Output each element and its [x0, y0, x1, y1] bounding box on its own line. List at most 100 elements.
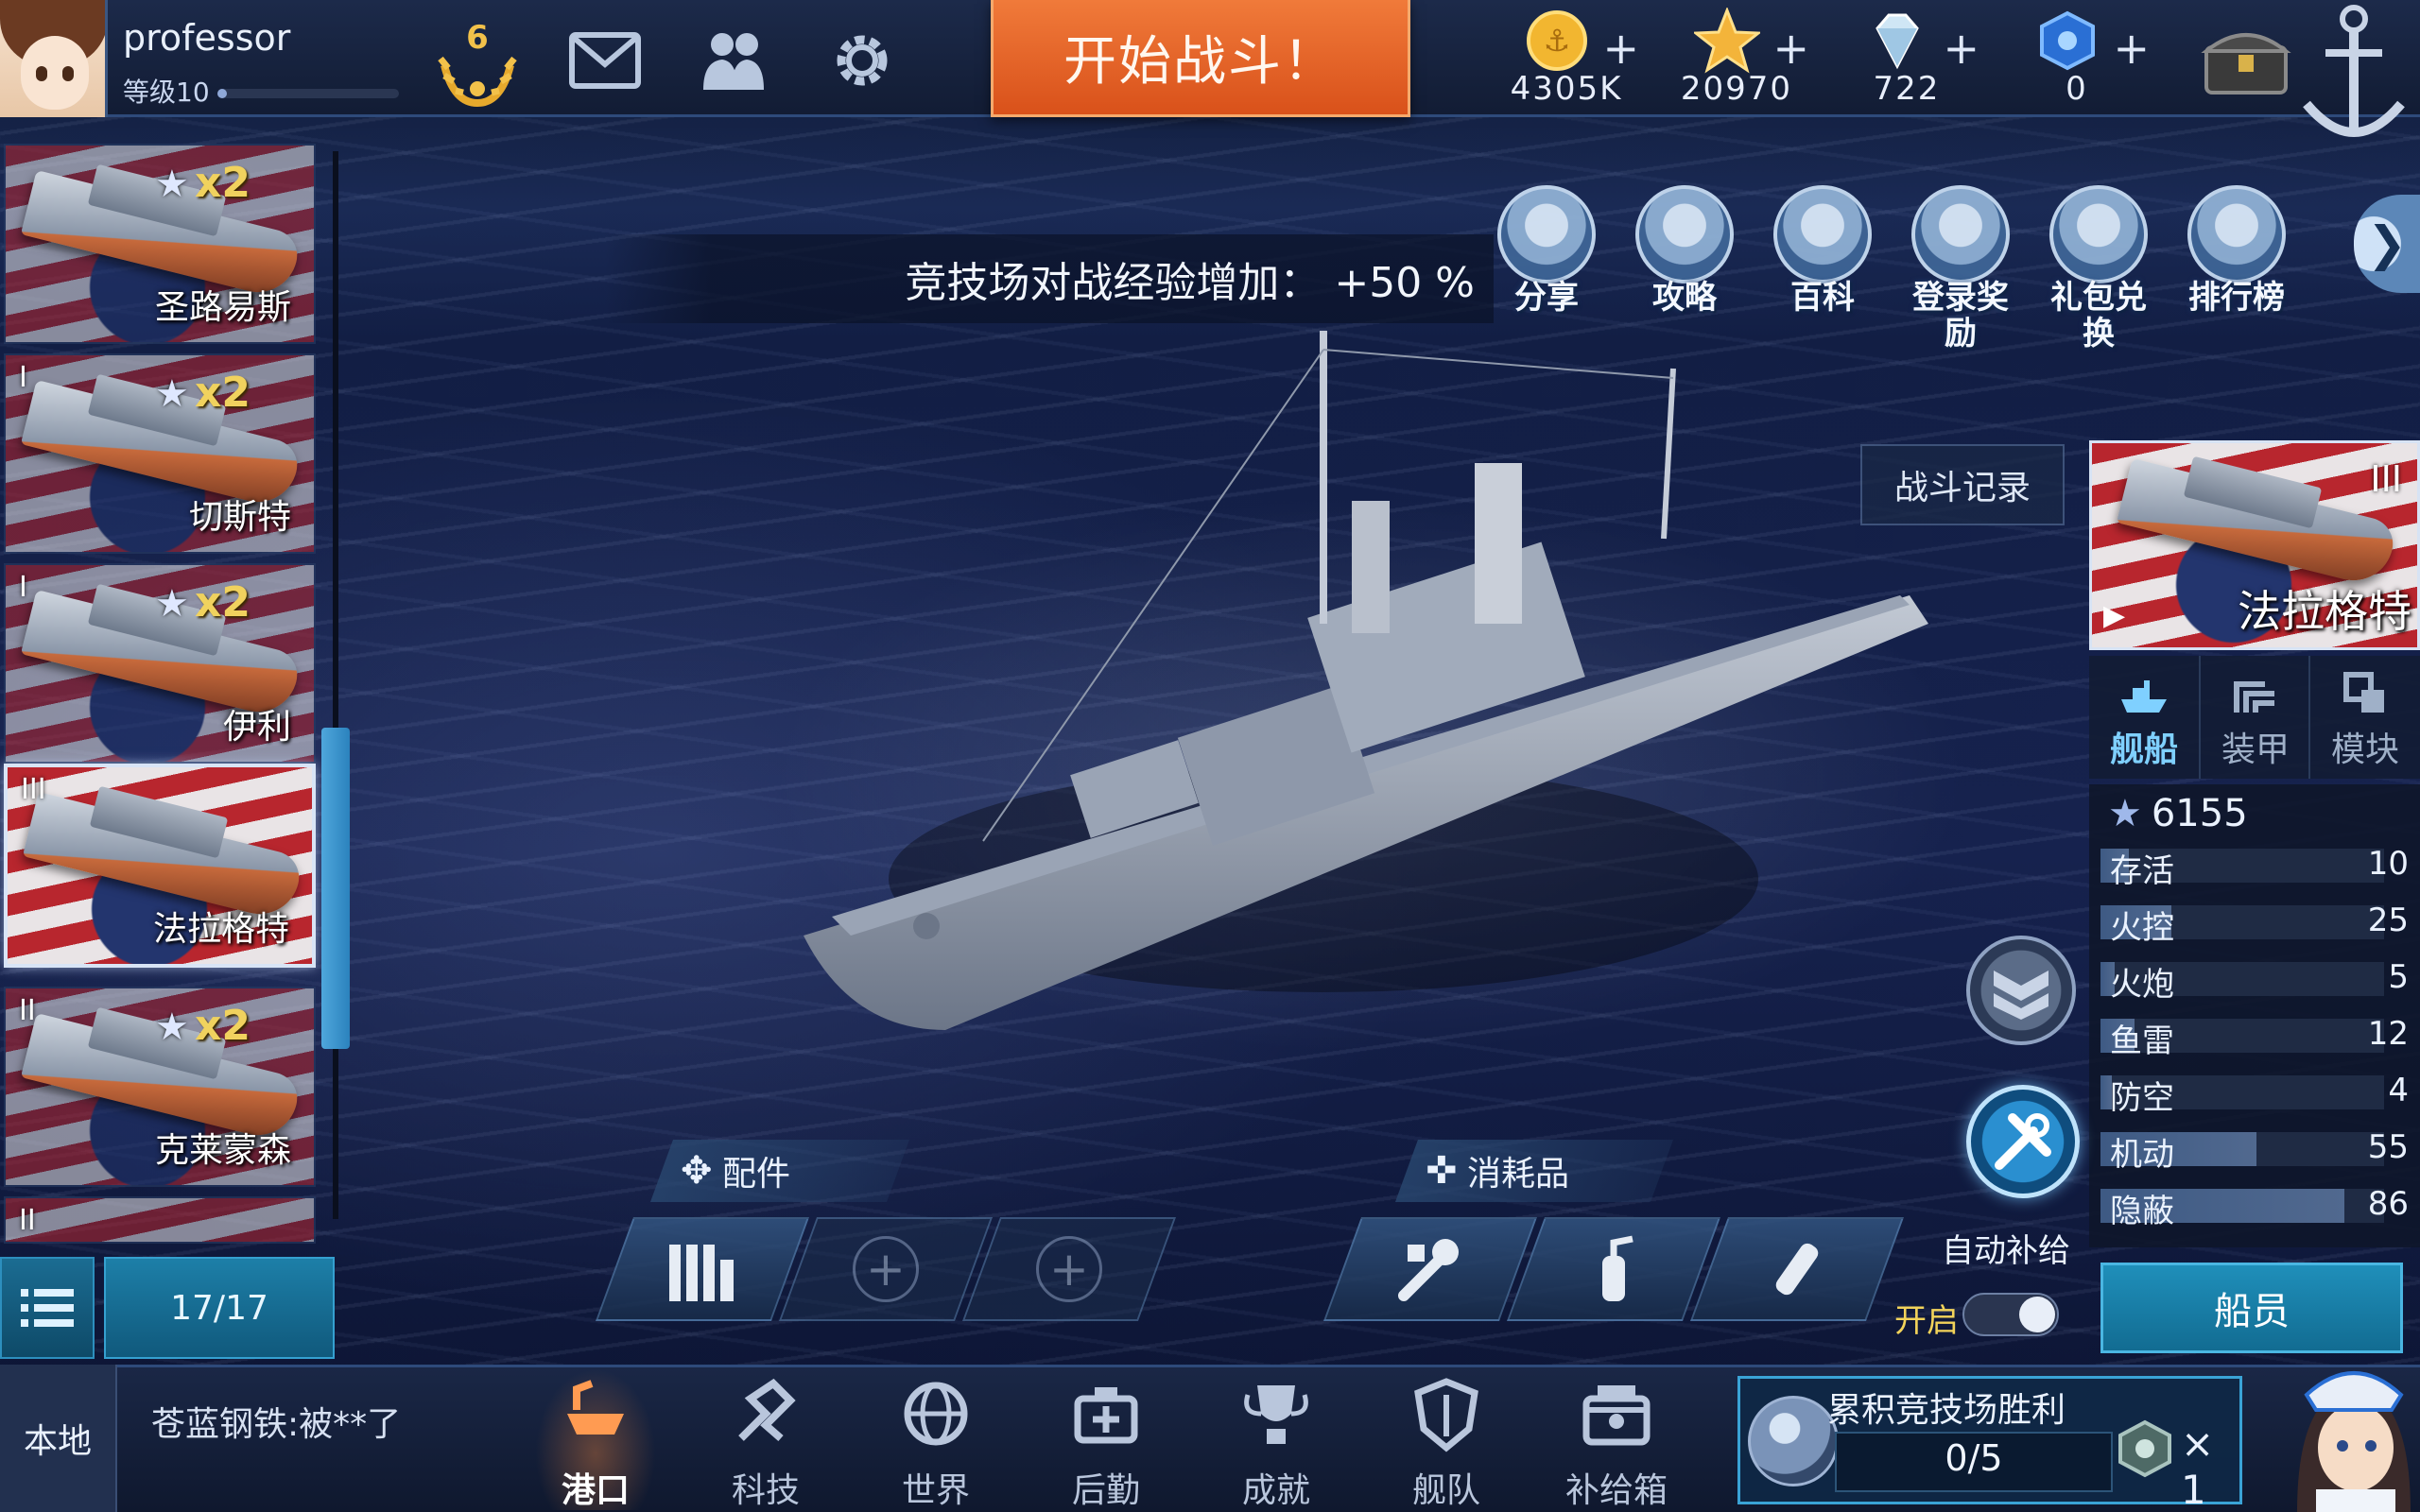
add-icon: +	[1036, 1236, 1102, 1302]
feature-label: 百科	[1790, 279, 1855, 317]
player-avatar[interactable]	[0, 0, 108, 117]
ship-card[interactable]: ★ x2 圣路易斯	[4, 144, 316, 344]
start-battle-button[interactable]: 开始战斗！	[991, 0, 1410, 117]
consumable-slot-1[interactable]	[1322, 1217, 1538, 1321]
gift-exchange-icon	[2049, 185, 2148, 284]
list-view-button[interactable]	[0, 1257, 95, 1359]
settings-button[interactable]	[824, 23, 900, 98]
nav-port[interactable]: 港口	[529, 1368, 662, 1512]
port-icon	[567, 1380, 624, 1435]
ship-card[interactable]: II ★ x2 克莱蒙森	[4, 987, 316, 1187]
auto-supply-toggle[interactable]	[1962, 1293, 2059, 1336]
nav-label: 港口	[561, 1471, 630, 1510]
crew-button[interactable]: 船员	[2100, 1263, 2403, 1353]
ship-tab-icon	[2121, 680, 2167, 713]
tab-label: 装甲	[2221, 730, 2290, 769]
nav-supply-box[interactable]: 补给箱	[1550, 1376, 1683, 1512]
ship-list-scroll-thumb[interactable]	[321, 728, 350, 1049]
add-gold-button[interactable]: +	[1602, 26, 1639, 70]
currency-diamond[interactable]: + 722	[1826, 6, 1987, 115]
consumable-slot-3[interactable]	[1689, 1217, 1905, 1321]
ship-tier: I	[19, 571, 27, 604]
tab-module[interactable]: 模块	[2308, 656, 2418, 779]
consumables-section-header: ✜ 消耗品	[1394, 1140, 1674, 1202]
gift-exchange-button[interactable]: 礼包兑换	[2042, 185, 2155, 352]
equipment-slot-3[interactable]: +	[961, 1217, 1177, 1321]
anchor-icon	[2303, 5, 2405, 137]
feature-label: 礼包兑换	[2050, 279, 2147, 352]
add-diamond-button[interactable]: +	[1943, 26, 1979, 70]
encyclopedia-icon	[1773, 185, 1872, 284]
stat-name: 机动	[2110, 1136, 2174, 1174]
star-icon: ★	[155, 372, 189, 416]
star-icon: ★	[155, 1005, 189, 1049]
consumable-slot-2[interactable]	[1506, 1217, 1721, 1321]
stat-name: 隐蔽	[2110, 1193, 2174, 1230]
currency-star[interactable]: + 20970	[1656, 6, 1817, 115]
rank-upgrade-button[interactable]	[1966, 936, 2076, 1045]
extinguisher-icon	[1602, 1235, 1634, 1301]
nav-tech[interactable]: 科技	[700, 1376, 832, 1512]
repair-tools-button[interactable]	[1966, 1085, 2080, 1198]
nav-logistics[interactable]: 后勤	[1040, 1376, 1172, 1512]
rank-badge[interactable]: 6	[435, 13, 520, 108]
nav-label: 舰队	[1411, 1471, 1480, 1510]
ship-list-scrollbar[interactable]	[333, 151, 338, 1219]
stat-value: 10	[2367, 845, 2409, 883]
wrench-hammer-icon	[1995, 1113, 2051, 1170]
local-chat-button[interactable]: 本地	[0, 1365, 117, 1512]
currency-gold[interactable]: ⚓ + 4305K	[1486, 6, 1647, 115]
nav-achievement[interactable]: 成就	[1210, 1376, 1342, 1512]
treasure-chest-icon	[2201, 33, 2291, 94]
stat-row: 隐蔽 86	[2100, 1181, 2409, 1230]
feature-next-arrow[interactable]: ❯	[2354, 195, 2420, 293]
tab-ship[interactable]: 舰船	[2089, 656, 2199, 779]
leaderboard-button[interactable]: 排行榜	[2180, 185, 2293, 336]
stat-row: 鱼雷 12	[2100, 1011, 2409, 1060]
login-reward-icon	[1911, 185, 2010, 284]
xp-progress-bar	[217, 89, 399, 98]
friends-button[interactable]	[696, 23, 771, 98]
selected-ship-portrait[interactable]: III ▶ 法拉格特	[2089, 440, 2420, 650]
rank-number: 6	[466, 19, 489, 57]
ship-tier: I	[19, 361, 27, 394]
equipment-slot-1[interactable]	[595, 1217, 810, 1321]
add-star-button[interactable]: +	[1772, 26, 1809, 70]
tab-label: 舰船	[2109, 730, 2178, 769]
gold-coin-icon: ⚓	[1527, 10, 1587, 71]
logistics-icon	[1074, 1387, 1138, 1444]
nav-fleet[interactable]: 舰队	[1380, 1376, 1512, 1512]
diamond-icon	[1876, 13, 1919, 70]
tab-armor[interactable]: 装甲	[2199, 656, 2308, 779]
ship-tier: III	[21, 773, 46, 806]
play-icon[interactable]: ▶	[2103, 599, 2125, 632]
stat-name: 存活	[2110, 852, 2174, 890]
combat-power: ★ 6155	[2108, 792, 2248, 835]
feature-label: 攻略	[1652, 279, 1717, 317]
ship-card-selected[interactable]: III 法拉格特	[4, 764, 316, 968]
ship-card[interactable]: I ★ x2 伊利	[4, 563, 316, 764]
ship-tier: III	[2370, 458, 2402, 500]
nav-world[interactable]: 世界	[870, 1376, 1002, 1512]
secretary-avatar[interactable]	[2288, 1357, 2420, 1512]
mail-button[interactable]	[567, 23, 643, 98]
ship-count[interactable]: 17/17	[104, 1257, 335, 1359]
stat-row: 机动 55	[2100, 1125, 2409, 1174]
arena-win-progress[interactable]: 累积竞技场胜利 0/5 × 1	[1737, 1376, 2242, 1512]
world-globe-icon	[904, 1382, 968, 1446]
chat-message[interactable]: 苍蓝钢铁:被**了	[151, 1397, 401, 1446]
mail-icon	[569, 32, 641, 89]
add-gem-button[interactable]: +	[2113, 26, 2150, 70]
player-level: 等级10	[123, 77, 210, 108]
exp-multiplier: x2	[195, 159, 251, 207]
ship-card[interactable]: I ★ x2 切斯特	[4, 353, 316, 554]
feature-label: 分享	[1514, 279, 1579, 317]
ship-card[interactable]: II	[4, 1196, 316, 1244]
ship-name: 伊利	[222, 708, 291, 747]
fleet-shield-icon	[1414, 1378, 1478, 1452]
currency-blue-gem[interactable]: + 0	[1996, 6, 2157, 115]
treasure-chest-button[interactable]	[2201, 19, 2291, 98]
chevron-right-icon: ❯	[2367, 216, 2407, 271]
share-icon	[1497, 185, 1596, 284]
equipment-slot-2[interactable]: +	[778, 1217, 994, 1321]
